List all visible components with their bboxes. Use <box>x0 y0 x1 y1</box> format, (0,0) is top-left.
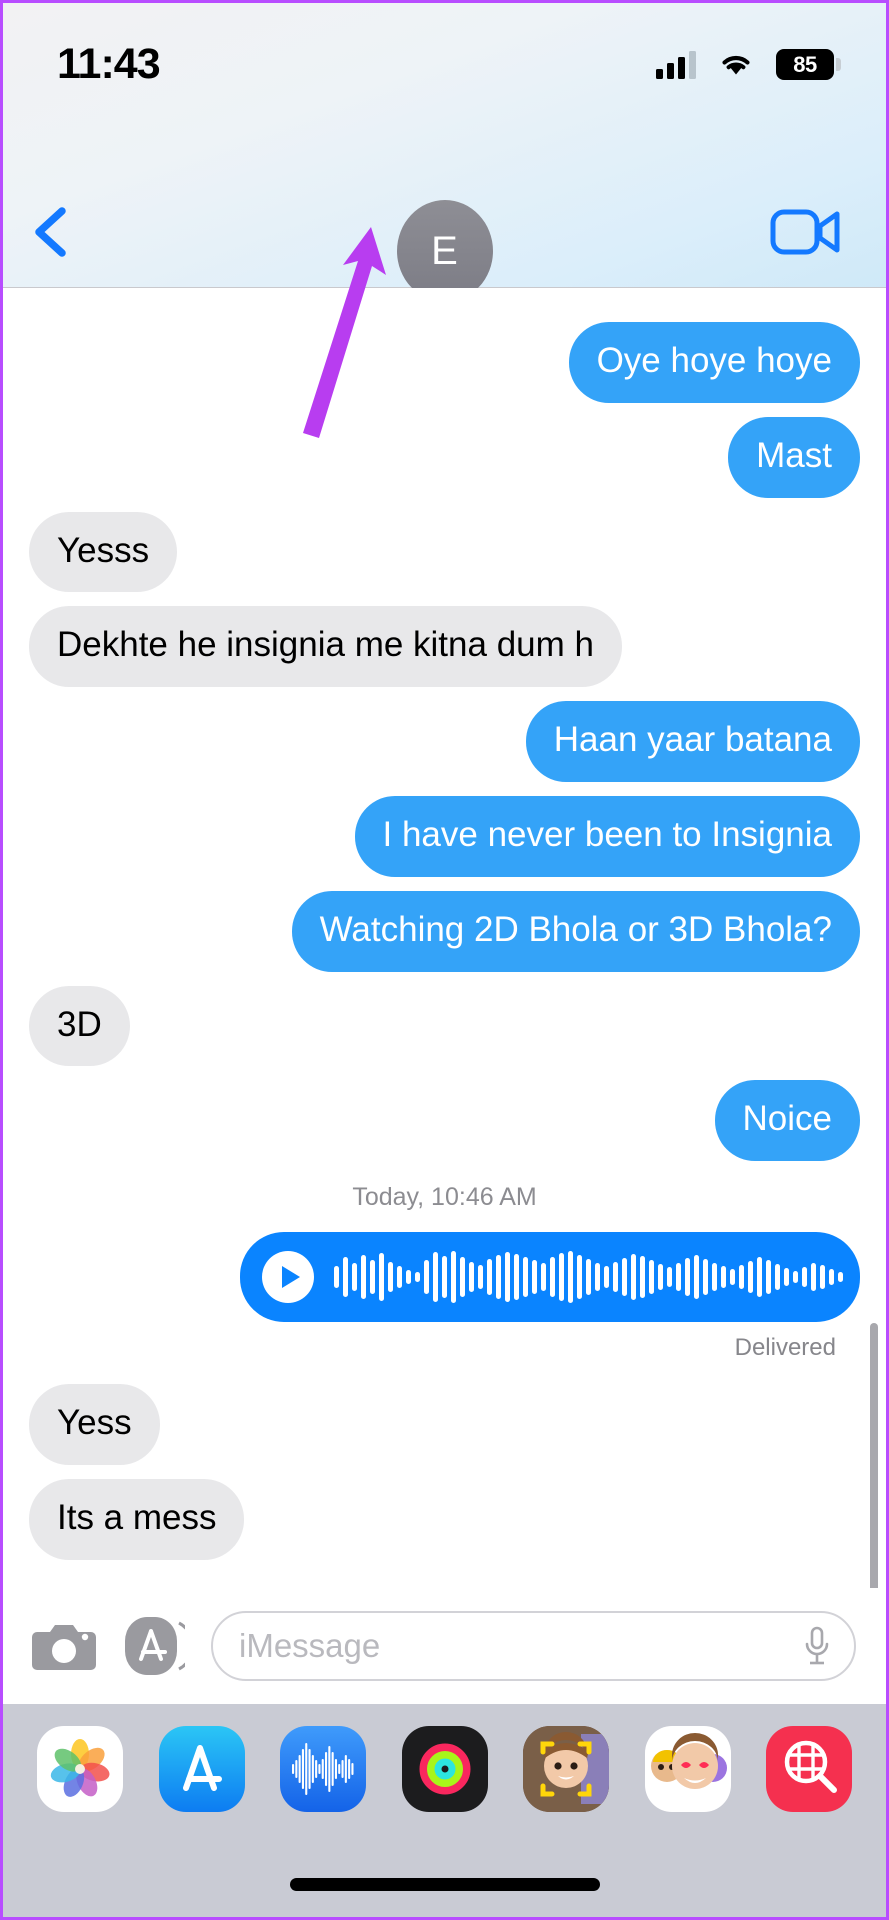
sent-message-bubble[interactable]: Mast <box>728 416 874 498</box>
avatar-initial: E <box>431 228 458 273</box>
facetime-button[interactable] <box>770 206 842 258</box>
audio-message-row: 01:01 <box>29 1232 886 1323</box>
message-input-field[interactable]: iMessage <box>211 1611 856 1681</box>
memoji-stickers-app-icon[interactable] <box>644 1726 731 1812</box>
wifi-icon <box>722 55 750 74</box>
play-icon[interactable] <box>262 1251 314 1304</box>
images-search-app-icon[interactable] <box>766 1726 852 1812</box>
navigation-bar: E Eeshitwa › <box>3 108 886 332</box>
thread-timestamp: Today, 10:46 AM <box>352 1183 537 1212</box>
thread-scrollbar[interactable] <box>870 1323 878 1588</box>
conversation-header: 11:43 85 E <box>3 3 886 332</box>
message-input-placeholder: iMessage <box>239 1627 381 1664</box>
app-store-icon[interactable] <box>123 1615 195 1677</box>
received-message-bubble[interactable]: Yess <box>29 1384 160 1465</box>
delivery-status-label: Delivered <box>734 1334 836 1362</box>
message-row: Watching 2D Bhola or 3D Bhola? <box>29 890 875 972</box>
sent-message-bubble[interactable]: Haan yaar batana <box>525 701 860 782</box>
back-button[interactable] <box>29 204 73 260</box>
message-thread[interactable]: Oye hoye hoye Mast Yesss Dekhte he insignia… <box>3 288 886 1588</box>
message-list-top: Oye hoye hoye Mast Yesss Dekhte he insignia… <box>15 322 875 1162</box>
received-message-bubble[interactable]: 3D <box>15 985 130 1067</box>
message-row: I have never been to Insignia <box>29 795 860 877</box>
received-message-bubble[interactable]: Dekhte he insignia me kitna dum h <box>15 606 622 688</box>
message-row: Its a mess <box>14 1478 860 1560</box>
received-message-bubble[interactable]: Its a mess <box>14 1478 245 1560</box>
received-message-bubble[interactable]: Yesss <box>29 511 178 593</box>
message-row: Yess <box>29 1384 860 1465</box>
memoji-camera-app-icon[interactable] <box>523 1726 609 1812</box>
message-row: Dekhte he insignia me kitna dum h <box>15 606 860 688</box>
audio-message-app-icon[interactable] <box>280 1726 366 1812</box>
message-row: Mast <box>29 416 874 498</box>
cellular-bars-icon <box>656 50 696 79</box>
microphone-icon[interactable] <box>802 1625 832 1667</box>
message-row: Yesss <box>29 511 860 593</box>
sent-message-bubble[interactable]: I have never been to Insignia <box>354 795 860 877</box>
audio-message-bubble[interactable]: 01:01 <box>240 1232 886 1323</box>
message-row: 3D <box>15 985 860 1067</box>
battery-icon: 85 <box>776 49 841 80</box>
status-bar-clock: 11:43 <box>57 40 161 88</box>
message-row: Haan yaar batana <box>29 701 860 782</box>
sent-message-bubble[interactable]: Oye hoye hoye <box>568 322 860 403</box>
status-bar-indicators: 85 <box>656 49 841 80</box>
audio-duration-label: 01:01 <box>863 1260 886 1294</box>
message-list-bottom: Yess Its a mess <box>14 1384 860 1560</box>
message-row: Oye hoye hoye <box>29 322 860 403</box>
iphone-messages-screen: 11:43 85 E Oye hoye hoye Mast Yesss Dekh… <box>0 0 889 1920</box>
message-row: Noice <box>29 1080 875 1162</box>
audio-waveform-icon <box>334 1248 843 1306</box>
status-bar: 11:43 85 <box>3 3 886 108</box>
sent-message-bubble[interactable]: Watching 2D Bhola or 3D Bhola? <box>291 890 875 972</box>
app-store-app-icon[interactable] <box>158 1726 245 1812</box>
fitness-rings-app-icon[interactable] <box>401 1726 488 1812</box>
home-indicator <box>289 1878 600 1891</box>
avatar[interactable]: E <box>396 200 493 302</box>
camera-icon[interactable] <box>31 1618 97 1674</box>
sent-message-bubble[interactable]: Noice <box>714 1080 875 1162</box>
battery-percent-label: 85 <box>793 51 817 77</box>
message-input-bar: iMessage <box>3 1588 886 1704</box>
photos-app-icon[interactable] <box>37 1726 123 1812</box>
